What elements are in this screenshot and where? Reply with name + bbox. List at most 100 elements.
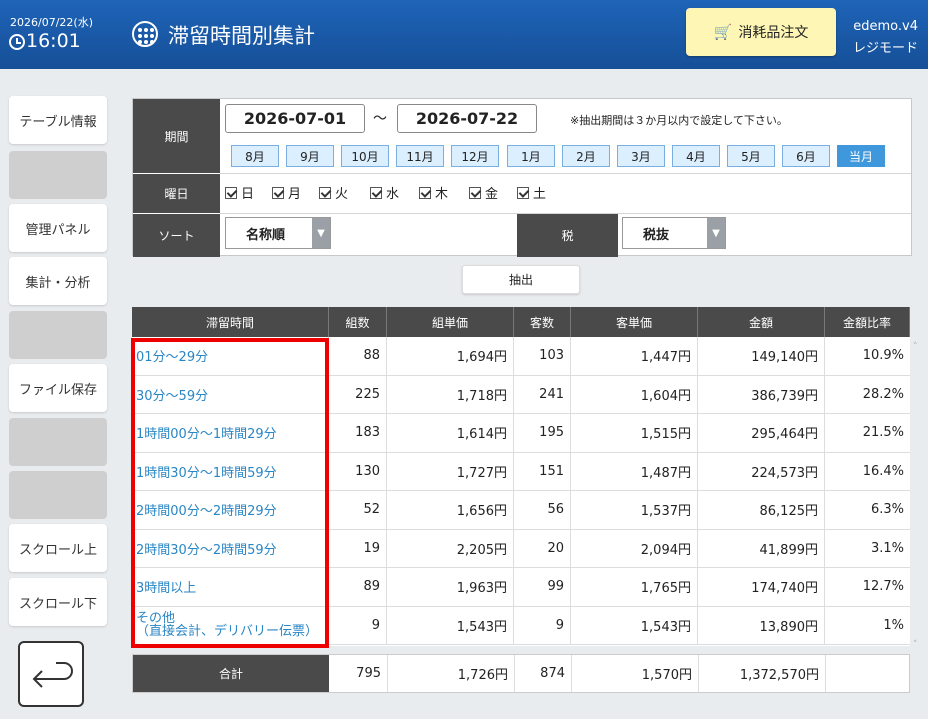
cell-ratio: 3.1% bbox=[870, 540, 904, 556]
cell-duration: その他 （直接会計、デリバリー伝票） bbox=[132, 606, 329, 644]
cell-groups: 52 bbox=[329, 491, 387, 529]
cell-amount: 13,890円 bbox=[698, 606, 825, 644]
cell-ratio: 1% bbox=[883, 617, 904, 633]
column-header: 客数 bbox=[514, 307, 571, 337]
cell-duration: 01分～29分 bbox=[132, 337, 329, 375]
sidebar-item-blank-1 bbox=[9, 151, 107, 199]
scroll-up-button[interactable]: スクロール上 bbox=[9, 524, 107, 572]
total-group-price: 1,726円 bbox=[388, 655, 515, 692]
date-from-input[interactable]: 2026-07-01 bbox=[225, 104, 365, 133]
sidebar-item-table-info[interactable]: テーブル情報 bbox=[9, 96, 107, 144]
header-date: 2026/07/22(水) bbox=[10, 16, 93, 29]
cell-groups: 183 bbox=[329, 414, 387, 452]
back-button[interactable] bbox=[18, 641, 84, 707]
mode-label: レジモード bbox=[852, 41, 918, 56]
cell-group-price: 1,963円 bbox=[387, 568, 514, 606]
month-button[interactable]: 2月 bbox=[562, 145, 610, 167]
table-row[interactable]: 2時間00分～2時間29分 52 1,656円 56 1,537円 86,125… bbox=[132, 491, 910, 530]
cell-duration: 2時間00分～2時間29分 bbox=[132, 491, 329, 529]
cell-group-price: 1,614円 bbox=[387, 414, 514, 452]
duration-other-sub-label: （直接会計、デリバリー伝票） bbox=[136, 624, 319, 640]
sidebar-item-blank-4 bbox=[9, 471, 107, 519]
cell-amount: 224,573円 bbox=[698, 452, 825, 490]
tax-select[interactable]: 税抜 ▼ bbox=[622, 217, 726, 249]
cell-duration: 2時間30分～2時間59分 bbox=[132, 529, 329, 567]
month-button[interactable]: 3月 bbox=[617, 145, 665, 167]
checkbox-checked-icon bbox=[469, 186, 481, 199]
cell-duration: 1時間00分～1時間29分 bbox=[132, 414, 329, 452]
cell-customer-price: 1,543円 bbox=[571, 606, 698, 644]
scroll-down-arrow-icon[interactable]: ˅ bbox=[913, 640, 918, 650]
cell-amount: 386,739円 bbox=[698, 375, 825, 413]
column-header: 金額比率 bbox=[825, 307, 910, 337]
month-button[interactable]: 5月 bbox=[727, 145, 775, 167]
weekday-checkbox-mon[interactable]: 月 bbox=[272, 183, 301, 202]
table-row[interactable]: 30分～59分 225 1,718円 241 1,604円 386,739円 2… bbox=[132, 375, 910, 414]
version-label: edemo.v4 bbox=[853, 19, 918, 34]
cell-customers: 241 bbox=[514, 375, 571, 413]
month-button[interactable]: 1月 bbox=[507, 145, 555, 167]
weekday-checkbox-fri[interactable]: 金 bbox=[469, 183, 498, 202]
sidebar-item-blank-3 bbox=[9, 418, 107, 466]
scroll-down-button[interactable]: スクロール下 bbox=[9, 578, 107, 626]
month-button-current[interactable]: 当月 bbox=[837, 145, 885, 167]
month-button[interactable]: 6月 bbox=[782, 145, 830, 167]
total-customer-price: 1,570円 bbox=[572, 655, 699, 692]
month-button[interactable]: 8月 bbox=[231, 145, 279, 167]
total-ratio bbox=[826, 655, 909, 692]
cell-group-price: 1,656円 bbox=[387, 491, 514, 529]
month-button[interactable]: 9月 bbox=[286, 145, 334, 167]
column-header: 組数 bbox=[329, 307, 387, 337]
sort-select[interactable]: 名称順 ▼ bbox=[225, 217, 331, 249]
cell-customers: 9 bbox=[514, 606, 571, 644]
date-to-input[interactable]: 2026-07-22 bbox=[397, 104, 537, 133]
tax-label: 税 bbox=[517, 214, 618, 257]
sidebar-item-save-file[interactable]: ファイル保存 bbox=[9, 364, 107, 412]
cell-ratio: 16.4% bbox=[862, 463, 904, 479]
sidebar-item-admin-panel[interactable]: 管理パネル bbox=[9, 204, 107, 252]
month-button[interactable]: 11月 bbox=[396, 145, 444, 167]
table-row[interactable]: その他 （直接会計、デリバリー伝票） 9 1,543円 9 1,543円 13,… bbox=[132, 606, 910, 645]
cell-amount: 174,740円 bbox=[698, 568, 825, 606]
cell-customer-price: 1,604円 bbox=[571, 375, 698, 413]
cell-group-price: 1,727円 bbox=[387, 452, 514, 490]
column-header: 金額 bbox=[698, 307, 825, 337]
month-button[interactable]: 4月 bbox=[672, 145, 720, 167]
menu-grid-icon[interactable] bbox=[132, 21, 158, 47]
table-row[interactable]: 1時間00分～1時間29分 183 1,614円 195 1,515円 295,… bbox=[132, 414, 910, 453]
header-time: 16:01 bbox=[26, 30, 81, 52]
clock-icon bbox=[9, 34, 25, 50]
checkbox-checked-icon bbox=[319, 186, 331, 199]
return-arrow-icon bbox=[32, 662, 73, 688]
scroll-up-arrow-icon[interactable]: ˄ bbox=[913, 342, 918, 352]
sidebar-item-blank-2 bbox=[9, 311, 107, 359]
table-row[interactable]: 2時間30分～2時間59分 19 2,205円 20 2,094円 41,899… bbox=[132, 529, 910, 568]
cell-customer-price: 2,094円 bbox=[571, 529, 698, 567]
month-button[interactable]: 12月 bbox=[451, 145, 499, 167]
month-button[interactable]: 10月 bbox=[341, 145, 389, 167]
table-row[interactable]: 3時間以上 89 1,963円 99 1,765円 174,740円 12.7% bbox=[132, 568, 910, 607]
checkbox-checked-icon bbox=[370, 186, 382, 199]
table-row[interactable]: 01分～29分 88 1,694円 103 1,447円 149,140円 10… bbox=[132, 337, 910, 376]
weekday-checkbox-sun[interactable]: 日 bbox=[225, 183, 254, 202]
extract-button[interactable]: 抽出 bbox=[462, 265, 580, 294]
table-row[interactable]: 1時間30分～1時間59分 130 1,727円 151 1,487円 224,… bbox=[132, 452, 910, 491]
cell-amount: 149,140円 bbox=[698, 337, 825, 375]
cell-duration: 30分～59分 bbox=[132, 375, 329, 413]
page-title: 滞留時間別集計 bbox=[168, 24, 315, 48]
cell-customer-price: 1,765円 bbox=[571, 568, 698, 606]
cell-groups: 88 bbox=[329, 337, 387, 375]
weekday-checkbox-sat[interactable]: 土 bbox=[517, 183, 546, 202]
sidebar-item-analytics[interactable]: 集計・分析 bbox=[9, 257, 107, 305]
filter-panel: 期間 2026-07-01 ～ 2026-07-22 ※抽出期間は３か月以内で設… bbox=[132, 98, 912, 257]
checkbox-checked-icon bbox=[517, 186, 529, 199]
order-supplies-button[interactable]: 🛒 消耗品注文 bbox=[686, 8, 836, 56]
cell-ratio: 21.5% bbox=[862, 425, 904, 441]
weekday-checkbox-tue[interactable]: 火 bbox=[319, 183, 348, 202]
weekday-checkbox-wed[interactable]: 水 bbox=[370, 183, 399, 202]
chevron-down-icon: ▼ bbox=[312, 218, 330, 248]
weekday-checkbox-thu[interactable]: 木 bbox=[419, 183, 448, 202]
sort-value: 名称順 bbox=[246, 227, 286, 243]
cell-customers: 151 bbox=[514, 452, 571, 490]
cell-customers: 20 bbox=[514, 529, 571, 567]
